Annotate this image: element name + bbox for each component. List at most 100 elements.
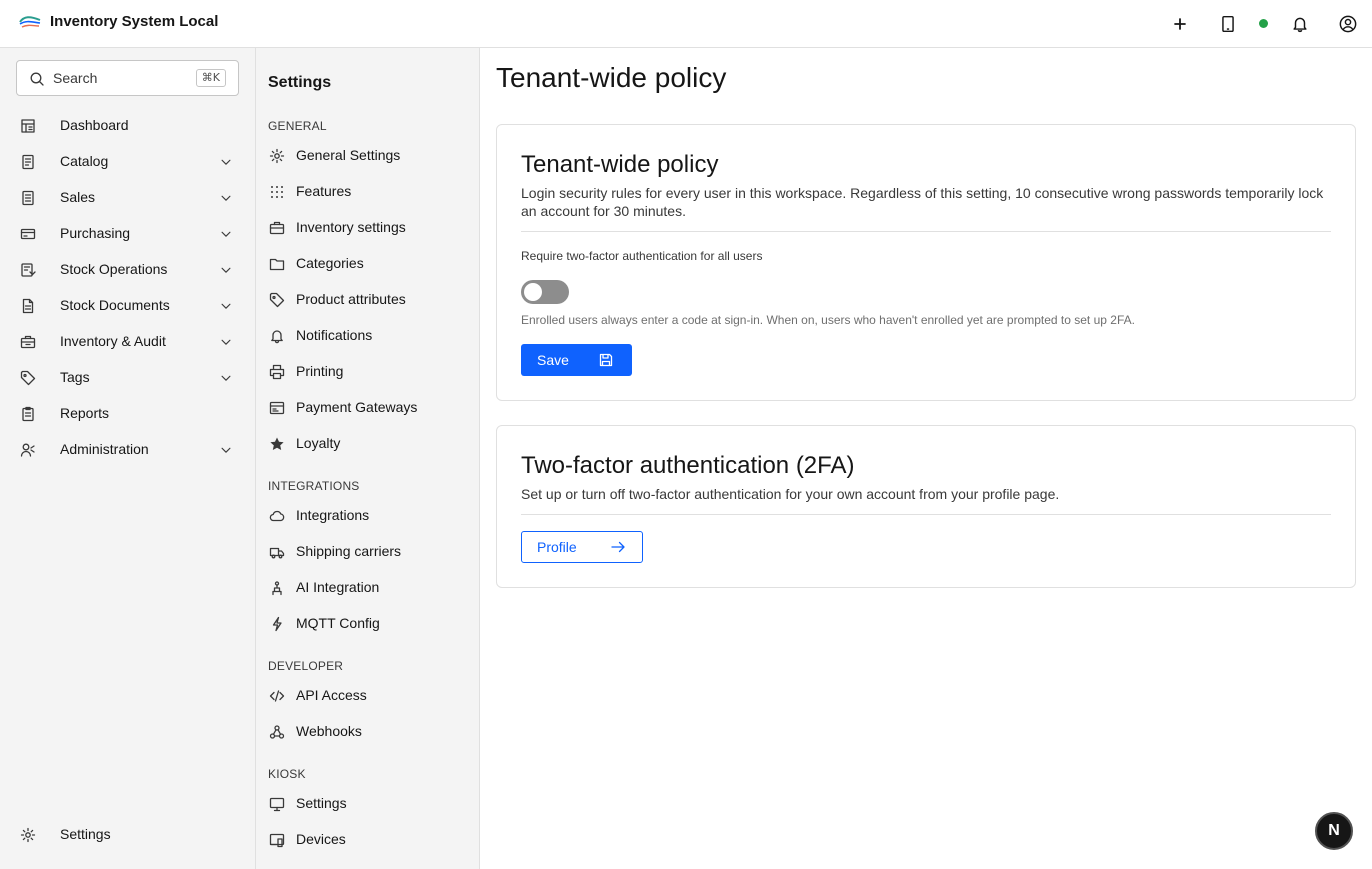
- top-header: Inventory System Local: [0, 0, 1372, 48]
- section-heading-general: GENERAL: [268, 119, 327, 133]
- sidebar-item-stock-operations[interactable]: Stock Operations: [0, 252, 255, 288]
- require-2fa-toggle[interactable]: [521, 280, 569, 304]
- settings-item-label: Features: [296, 183, 352, 199]
- chevron-down-icon[interactable]: [219, 335, 233, 349]
- cloud-icon: [269, 510, 285, 522]
- printer-icon: [269, 364, 285, 380]
- section-heading-integrations: INTEGRATIONS: [268, 479, 360, 493]
- settings-item-webhooks[interactable]: Webhooks: [256, 714, 479, 750]
- toggle-knob: [524, 283, 542, 301]
- divider: [521, 231, 1331, 232]
- settings-item-label: Loyalty: [296, 435, 341, 451]
- settings-item-inventory-settings[interactable]: Inventory settings: [256, 210, 479, 246]
- bell-icon[interactable]: [1288, 12, 1312, 36]
- admin-icon: [20, 443, 35, 457]
- settings-item-label: Shipping carriers: [296, 543, 402, 559]
- sidebar-item-label: Tags: [60, 369, 90, 385]
- require-2fa-helper-text: Enrolled users always enter a code at si…: [521, 313, 1135, 327]
- sidebar-item-reports[interactable]: Reports: [0, 396, 255, 432]
- chevron-down-icon[interactable]: [219, 155, 233, 169]
- sales-icon: [22, 190, 34, 206]
- settings-item-payment-gateways[interactable]: Payment Gateways: [256, 390, 479, 426]
- online-status-dot: [1259, 19, 1268, 28]
- sidebar-item-stock-documents[interactable]: Stock Documents: [0, 288, 255, 324]
- sidebar-item-label: Catalog: [60, 153, 109, 169]
- arrow-right-icon: [611, 541, 625, 553]
- settings-item-label: Webhooks: [296, 723, 362, 739]
- settings-item-label: Categories: [296, 255, 364, 271]
- settings-item-product-attributes[interactable]: Product attributes: [256, 282, 479, 318]
- settings-item-label: Devices: [296, 831, 346, 847]
- chevron-down-icon[interactable]: [219, 263, 233, 277]
- settings-nav: Settings GENERAL General Settings Featur…: [256, 48, 480, 869]
- settings-item-integrations[interactable]: Integrations: [256, 498, 479, 534]
- settings-nav-title: Settings: [268, 74, 332, 91]
- settings-item-label: Integrations: [296, 507, 370, 523]
- settings-item-label: Product attributes: [296, 291, 406, 307]
- section-heading-kiosk: KIOSK: [268, 767, 306, 781]
- card-title: Two-factor authentication (2FA): [521, 452, 855, 479]
- settings-item-label: Inventory settings: [296, 219, 406, 235]
- two-factor-card: Two-factor authentication (2FA) Set up o…: [496, 425, 1356, 588]
- payment-icon: [269, 401, 285, 415]
- settings-item-label: API Access: [296, 687, 367, 703]
- catalog-icon: [22, 154, 34, 170]
- save-button[interactable]: Save: [521, 344, 632, 376]
- lightning-icon: [272, 616, 282, 632]
- settings-item-printing[interactable]: Printing: [256, 354, 479, 390]
- sidebar-item-label: Stock Operations: [60, 261, 168, 277]
- profile-button[interactable]: Profile: [521, 531, 643, 563]
- chevron-down-icon[interactable]: [219, 371, 233, 385]
- settings-item-label: Payment Gateways: [296, 399, 418, 415]
- sidebar-item-catalog[interactable]: Catalog: [0, 144, 255, 180]
- monitor-icon: [269, 797, 285, 812]
- settings-item-mqtt-config[interactable]: MQTT Config: [256, 606, 479, 642]
- sidebar-item-settings[interactable]: Settings: [0, 817, 255, 853]
- settings-item-categories[interactable]: Categories: [256, 246, 479, 282]
- chevron-down-icon[interactable]: [219, 191, 233, 205]
- page-title: Tenant-wide policy: [496, 62, 727, 93]
- settings-item-shipping-carriers[interactable]: Shipping carriers: [256, 534, 479, 570]
- tag-icon: [269, 292, 285, 308]
- settings-item-label: Notifications: [296, 327, 373, 343]
- sidebar-item-purchasing[interactable]: Purchasing: [0, 216, 255, 252]
- chevron-down-icon[interactable]: [219, 227, 233, 241]
- sidebar-item-administration[interactable]: Administration: [0, 432, 255, 468]
- inventory-audit-icon: [20, 335, 36, 349]
- settings-item-devices[interactable]: Devices: [256, 822, 479, 858]
- tag-icon: [20, 370, 36, 386]
- search-input[interactable]: Search ⌘K: [16, 60, 239, 96]
- settings-item-general-settings[interactable]: General Settings: [256, 138, 479, 174]
- settings-item-notifications[interactable]: Notifications: [256, 318, 479, 354]
- sidebar-item-label: Administration: [60, 441, 149, 457]
- user-avatar-icon[interactable]: [1336, 12, 1360, 36]
- settings-item-loyalty[interactable]: Loyalty: [256, 426, 479, 462]
- settings-item-api-access[interactable]: API Access: [256, 678, 479, 714]
- folder-icon: [269, 258, 285, 271]
- chevron-down-icon[interactable]: [219, 443, 233, 457]
- settings-item-label: MQTT Config: [296, 615, 380, 631]
- chevron-down-icon[interactable]: [219, 299, 233, 313]
- tablet-icon[interactable]: [1216, 12, 1240, 36]
- sidebar-item-label: Dashboard: [60, 117, 129, 133]
- sidebar-item-dashboard[interactable]: Dashboard: [0, 108, 255, 144]
- card-description: Set up or turn off two-factor authentica…: [521, 486, 1060, 502]
- sidebar-item-tags[interactable]: Tags: [0, 360, 255, 396]
- dev-tools-button[interactable]: N: [1315, 812, 1353, 850]
- sidebar-item-sales[interactable]: Sales: [0, 180, 255, 216]
- card-title: Tenant-wide policy: [521, 151, 719, 178]
- dashboard-icon: [21, 119, 35, 133]
- inventory-icon: [269, 221, 285, 235]
- settings-item-label: Settings: [296, 795, 347, 811]
- card-description: Login security rules for every user in t…: [521, 185, 1324, 219]
- sidebar-item-label: Settings: [60, 826, 111, 842]
- sidebar-item-label: Sales: [60, 189, 96, 205]
- app-title[interactable]: Inventory System Local: [50, 13, 218, 30]
- save-icon: [599, 353, 613, 367]
- plus-icon[interactable]: [1168, 12, 1192, 36]
- settings-item-ai-integration[interactable]: AI Integration: [256, 570, 479, 606]
- settings-item-features[interactable]: Features: [256, 174, 479, 210]
- sidebar-item-inventory-audit[interactable]: Inventory & Audit: [0, 324, 255, 360]
- app-logo-icon[interactable]: [18, 12, 42, 32]
- settings-item-kiosk-settings[interactable]: Settings: [256, 786, 479, 822]
